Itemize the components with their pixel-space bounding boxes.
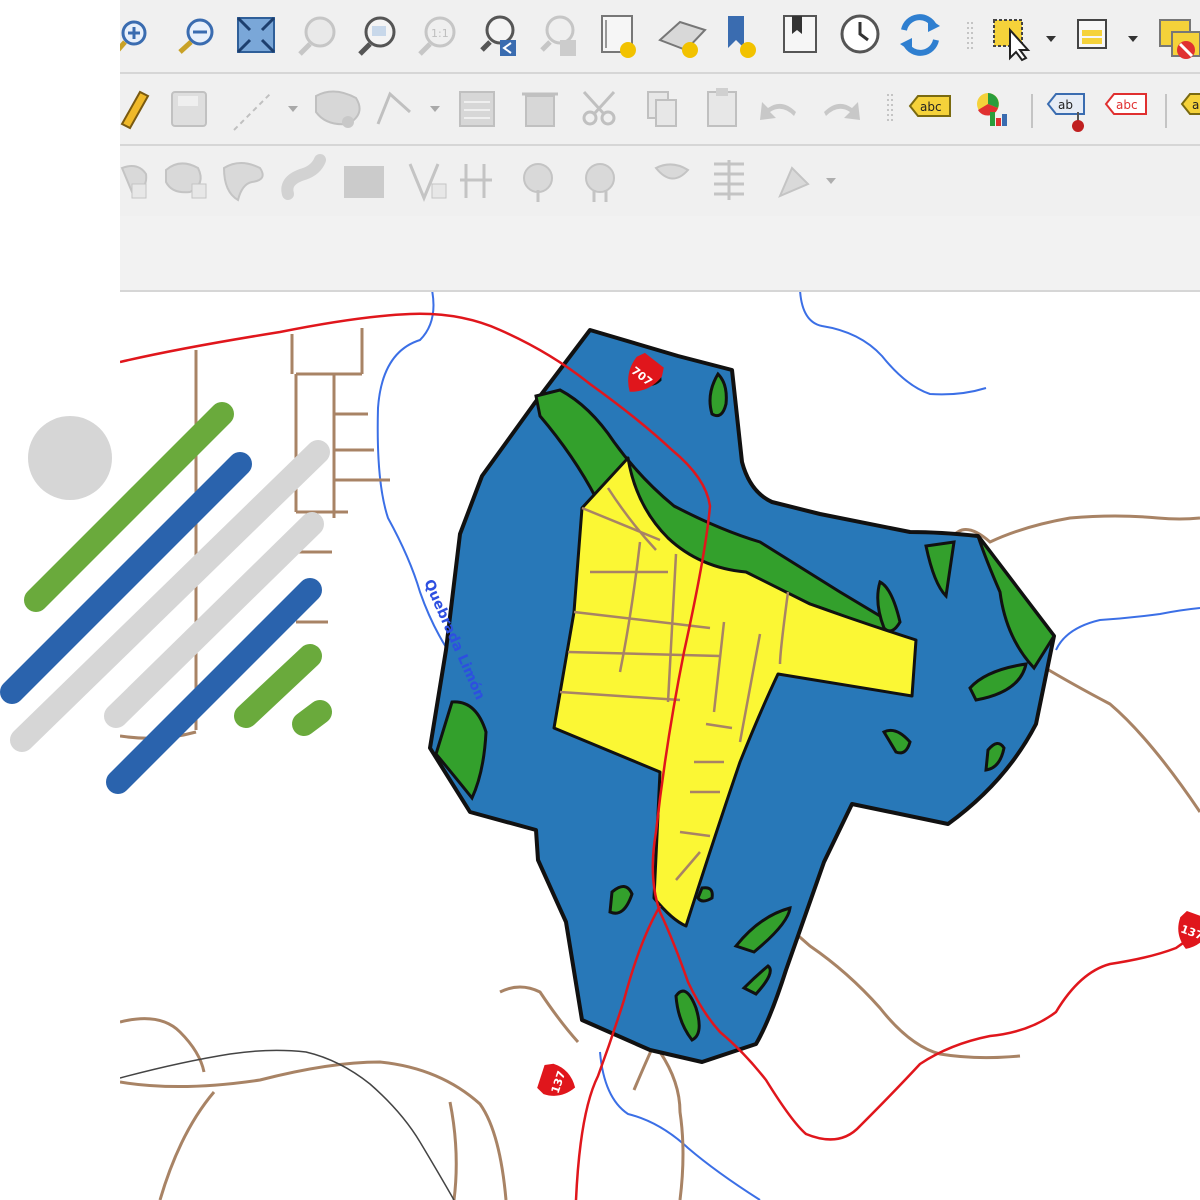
new-spatial-bookmark-icon[interactable] xyxy=(728,16,756,58)
green-stripe-2 xyxy=(234,644,322,728)
edge-label-button[interactable]: ab xyxy=(1180,93,1200,115)
zoom-in-icon[interactable] xyxy=(120,20,147,52)
merge-attributes-icon[interactable] xyxy=(523,163,553,202)
redo-icon[interactable] xyxy=(824,102,860,120)
hide-label-button[interactable]: abc xyxy=(1104,93,1147,115)
select-features-icon[interactable] xyxy=(993,19,1056,62)
delete-part-icon[interactable] xyxy=(165,162,207,199)
route-shield-137-south: 137 xyxy=(537,1063,576,1096)
split-parts-icon[interactable] xyxy=(408,163,447,202)
vertex-tool-icon[interactable] xyxy=(376,91,440,125)
toolbar-separator xyxy=(967,22,973,52)
zoom-out-icon[interactable] xyxy=(178,18,214,54)
trim-extend-icon[interactable] xyxy=(714,160,744,200)
show-bookmarks-icon[interactable] xyxy=(658,20,707,58)
spatial-bookmarks-icon[interactable] xyxy=(783,15,817,53)
zoom-next-icon[interactable] xyxy=(540,15,576,56)
label-tool-button[interactable]: abc xyxy=(908,95,951,117)
svg-text:ab: ab xyxy=(1192,98,1200,112)
refresh-icon[interactable] xyxy=(900,14,940,56)
map-navigation-toolbar: 1:1 xyxy=(120,0,1200,74)
delete-selected-icon[interactable] xyxy=(522,92,558,127)
rotate-feature-icon[interactable] xyxy=(778,166,836,198)
undo-icon[interactable] xyxy=(760,102,796,120)
brand-stripes-graphic xyxy=(0,400,340,820)
delete-ring-icon[interactable] xyxy=(120,165,148,199)
copy-features-icon[interactable] xyxy=(647,91,677,127)
stream-north-east xyxy=(799,289,987,396)
stream-south xyxy=(599,1051,761,1200)
gray-circle-decoration xyxy=(28,416,112,500)
attribute-table-icon[interactable] xyxy=(1077,19,1138,49)
svg-text:abc: abc xyxy=(920,100,942,114)
toolbar-area: 1:1 abc ab abc a xyxy=(120,0,1200,292)
stream-east xyxy=(1055,607,1200,651)
split-features-icon[interactable] xyxy=(344,166,384,198)
digitizing-toolbar: abc ab abc a xyxy=(120,72,1200,146)
svg-text:ab: ab xyxy=(1058,98,1073,112)
empty-toolbar-row xyxy=(120,216,1200,292)
merge-features-icon[interactable] xyxy=(460,164,492,198)
pin-label-button[interactable]: ab xyxy=(1046,93,1085,132)
cut-features-icon[interactable] xyxy=(582,90,616,126)
toolbar-separator xyxy=(887,94,893,124)
reshape-features-icon[interactable] xyxy=(222,162,264,202)
zoom-native-icon[interactable]: 1:1 xyxy=(418,16,456,56)
zoom-last-icon[interactable] xyxy=(480,15,516,56)
temporal-controller-icon[interactable] xyxy=(840,14,880,54)
paste-features-icon[interactable] xyxy=(707,88,737,127)
offset-curve-icon[interactable] xyxy=(281,154,326,200)
green-stripe-3 xyxy=(292,700,332,736)
svg-text:1:1: 1:1 xyxy=(431,27,449,40)
deselect-icon[interactable] xyxy=(1159,19,1200,59)
rotate-point-symbols-icon[interactable] xyxy=(585,163,615,202)
add-polygon-feature-icon[interactable] xyxy=(315,90,361,128)
save-edits-icon[interactable] xyxy=(171,91,207,127)
modify-attributes-icon[interactable] xyxy=(459,91,495,127)
toggle-editing-icon[interactable] xyxy=(120,90,150,130)
add-line-feature-icon[interactable] xyxy=(233,93,298,131)
advanced-digitizing-toolbar xyxy=(120,144,1200,218)
zoom-full-icon[interactable] xyxy=(236,16,276,54)
zoom-to-selection-icon[interactable] xyxy=(298,16,336,56)
new-bookmark-icon[interactable] xyxy=(601,15,636,58)
layer-diagram-icon[interactable] xyxy=(977,93,1007,126)
zoom-to-layer-icon[interactable] xyxy=(358,16,396,56)
offset-point-symbols-icon[interactable] xyxy=(654,163,690,180)
svg-text:abc: abc xyxy=(1116,98,1138,112)
study-area-layer[interactable] xyxy=(428,328,1056,1064)
